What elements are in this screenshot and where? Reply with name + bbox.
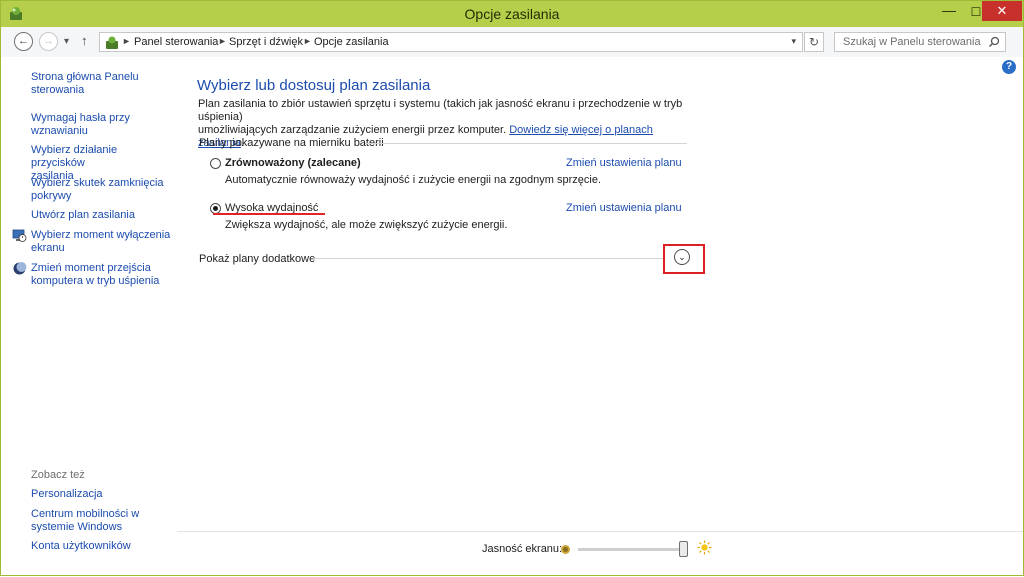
refresh-button[interactable]: ↻ xyxy=(804,32,824,52)
title-bar[interactable]: Opcje zasilania — ☐ ✕ xyxy=(1,1,1023,27)
brightness-high-icon xyxy=(697,540,712,555)
sidebar-item-require-password[interactable]: Wymagaj hasła przy wznawianiu xyxy=(31,112,171,138)
red-underline-annotation xyxy=(213,213,325,215)
plan-balanced-change-link[interactable]: Zmień ustawienia planu xyxy=(566,157,682,169)
moon-icon xyxy=(13,262,27,275)
arrow-up-icon: ↑ xyxy=(81,33,88,48)
sidebar-item-create-plan[interactable]: Utwórz plan zasilania xyxy=(31,209,171,222)
search-input[interactable]: Szukaj w Panelu sterowania xyxy=(834,32,1006,52)
breadcrumb-hardware-sound[interactable]: Sprzęt i dźwięk xyxy=(229,36,303,48)
search-icon[interactable] xyxy=(988,36,1000,48)
chevron-down-icon: ▾ xyxy=(791,36,796,46)
see-also-user-accounts[interactable]: Konta użytkowników xyxy=(31,540,171,553)
see-also-mobility-center[interactable]: Centrum mobilności w systemie Windows xyxy=(31,508,171,534)
address-dropdown-button[interactable]: ▾ xyxy=(791,36,796,47)
minimize-button[interactable]: — xyxy=(935,1,963,23)
sidebar-item-control-panel-home[interactable]: Strona główna Panelu sterowania xyxy=(31,71,171,97)
red-highlight-box xyxy=(663,244,705,274)
back-button[interactable]: ← xyxy=(14,32,33,51)
help-icon[interactable]: ? xyxy=(1002,60,1016,74)
brightness-label: Jasność ekranu: xyxy=(482,543,563,555)
page-title: Wybierz lub dostosuj plan zasilania xyxy=(197,77,431,94)
see-also-heading: Zobacz też xyxy=(31,469,85,481)
main-content: ? Wybierz lub dostosuj plan zasilania Pl… xyxy=(177,57,1023,577)
brightness-slider-thumb[interactable] xyxy=(679,541,688,557)
sidebar: Strona główna Panelu sterowania Wymagaj … xyxy=(1,57,177,577)
sidebar-item-sleep[interactable]: Zmień moment przejścia komputera w tryb … xyxy=(31,262,171,288)
chevron-down-icon: ▾ xyxy=(64,36,70,47)
refresh-icon: ↻ xyxy=(808,35,820,49)
navigation-toolbar: ← → ▾ ↑ ► Panel sterowania ► Sprzęt i dź… xyxy=(1,27,1023,57)
arrow-right-icon: → xyxy=(43,35,54,47)
plan-balanced-radio[interactable] xyxy=(210,158,221,169)
search-placeholder: Szukaj w Panelu sterowania xyxy=(843,36,981,48)
breadcrumb-power-options[interactable]: Opcje zasilania xyxy=(314,36,389,48)
see-also-personalization[interactable]: Personalizacja xyxy=(31,488,171,501)
up-button[interactable]: ↑ xyxy=(81,33,88,48)
power-options-window: Opcje zasilania — ☐ ✕ ← → ▾ ↑ ► Panel st… xyxy=(0,0,1024,576)
show-more-divider xyxy=(313,258,665,259)
arrow-left-icon: ← xyxy=(18,35,29,47)
window-title: Opcje zasilania xyxy=(464,6,560,22)
control-panel-icon xyxy=(106,36,118,49)
close-button[interactable]: ✕ xyxy=(982,1,1022,21)
forward-button[interactable]: → xyxy=(39,32,58,51)
breadcrumb-separator[interactable]: ► xyxy=(122,36,131,46)
sidebar-item-lid-close[interactable]: Wybierz skutek zamknięcia pokrywy xyxy=(31,177,171,203)
brightness-slider-track[interactable] xyxy=(578,548,688,551)
show-more-plans-label[interactable]: Pokaż plany dodatkowe xyxy=(199,253,315,265)
address-bar[interactable]: ► Panel sterowania ► Sprzęt i dźwięk ► O… xyxy=(99,32,803,52)
monitor-clock-icon xyxy=(12,229,27,242)
section-heading: Plany pokazywane na mierniku baterii xyxy=(199,137,384,149)
breadcrumb-control-panel[interactable]: Panel sterowania xyxy=(134,36,218,48)
section-divider xyxy=(365,143,687,144)
sidebar-item-display-off[interactable]: Wybierz moment wyłączenia ekranu xyxy=(31,229,171,255)
bottom-divider xyxy=(177,531,1023,532)
breadcrumb-separator[interactable]: ► xyxy=(303,36,312,46)
plan-high-performance-change-link[interactable]: Zmień ustawienia planu xyxy=(566,202,682,214)
breadcrumb-separator[interactable]: ► xyxy=(218,36,227,46)
plan-balanced-name[interactable]: Zrównoważony (zalecane) xyxy=(225,157,361,169)
plan-balanced-description: Automatycznie równoważy wydajność i zuży… xyxy=(225,174,602,186)
brightness-low-icon xyxy=(561,545,570,554)
recent-locations-button[interactable]: ▾ xyxy=(64,36,69,47)
plan-high-performance-description: Zwiększa wydajność, ale może zwiększyć z… xyxy=(225,219,508,231)
